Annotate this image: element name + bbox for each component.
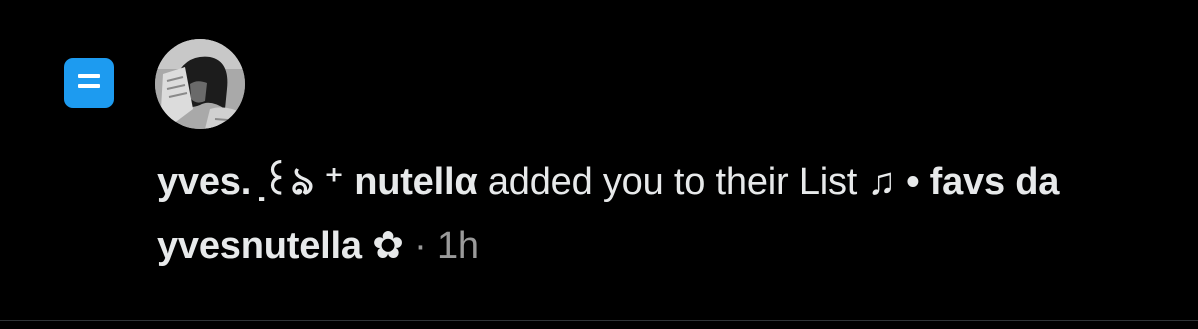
separator: ·: [414, 225, 427, 267]
divider: [0, 320, 1198, 321]
action-text: added you to their List: [487, 161, 858, 203]
user-name[interactable]: yves. ̣꒰ঌ ⁺ nutellα: [157, 161, 478, 203]
avatar[interactable]: [155, 39, 245, 129]
list-added-notification[interactable]: yves. ̣꒰ঌ ⁺ nutellα added you to their L…: [0, 0, 1198, 320]
notification-text: yves. ̣꒰ঌ ⁺ nutellα added you to their L…: [157, 150, 1157, 278]
list-icon: [64, 58, 114, 108]
timestamp[interactable]: 1h: [437, 225, 479, 267]
